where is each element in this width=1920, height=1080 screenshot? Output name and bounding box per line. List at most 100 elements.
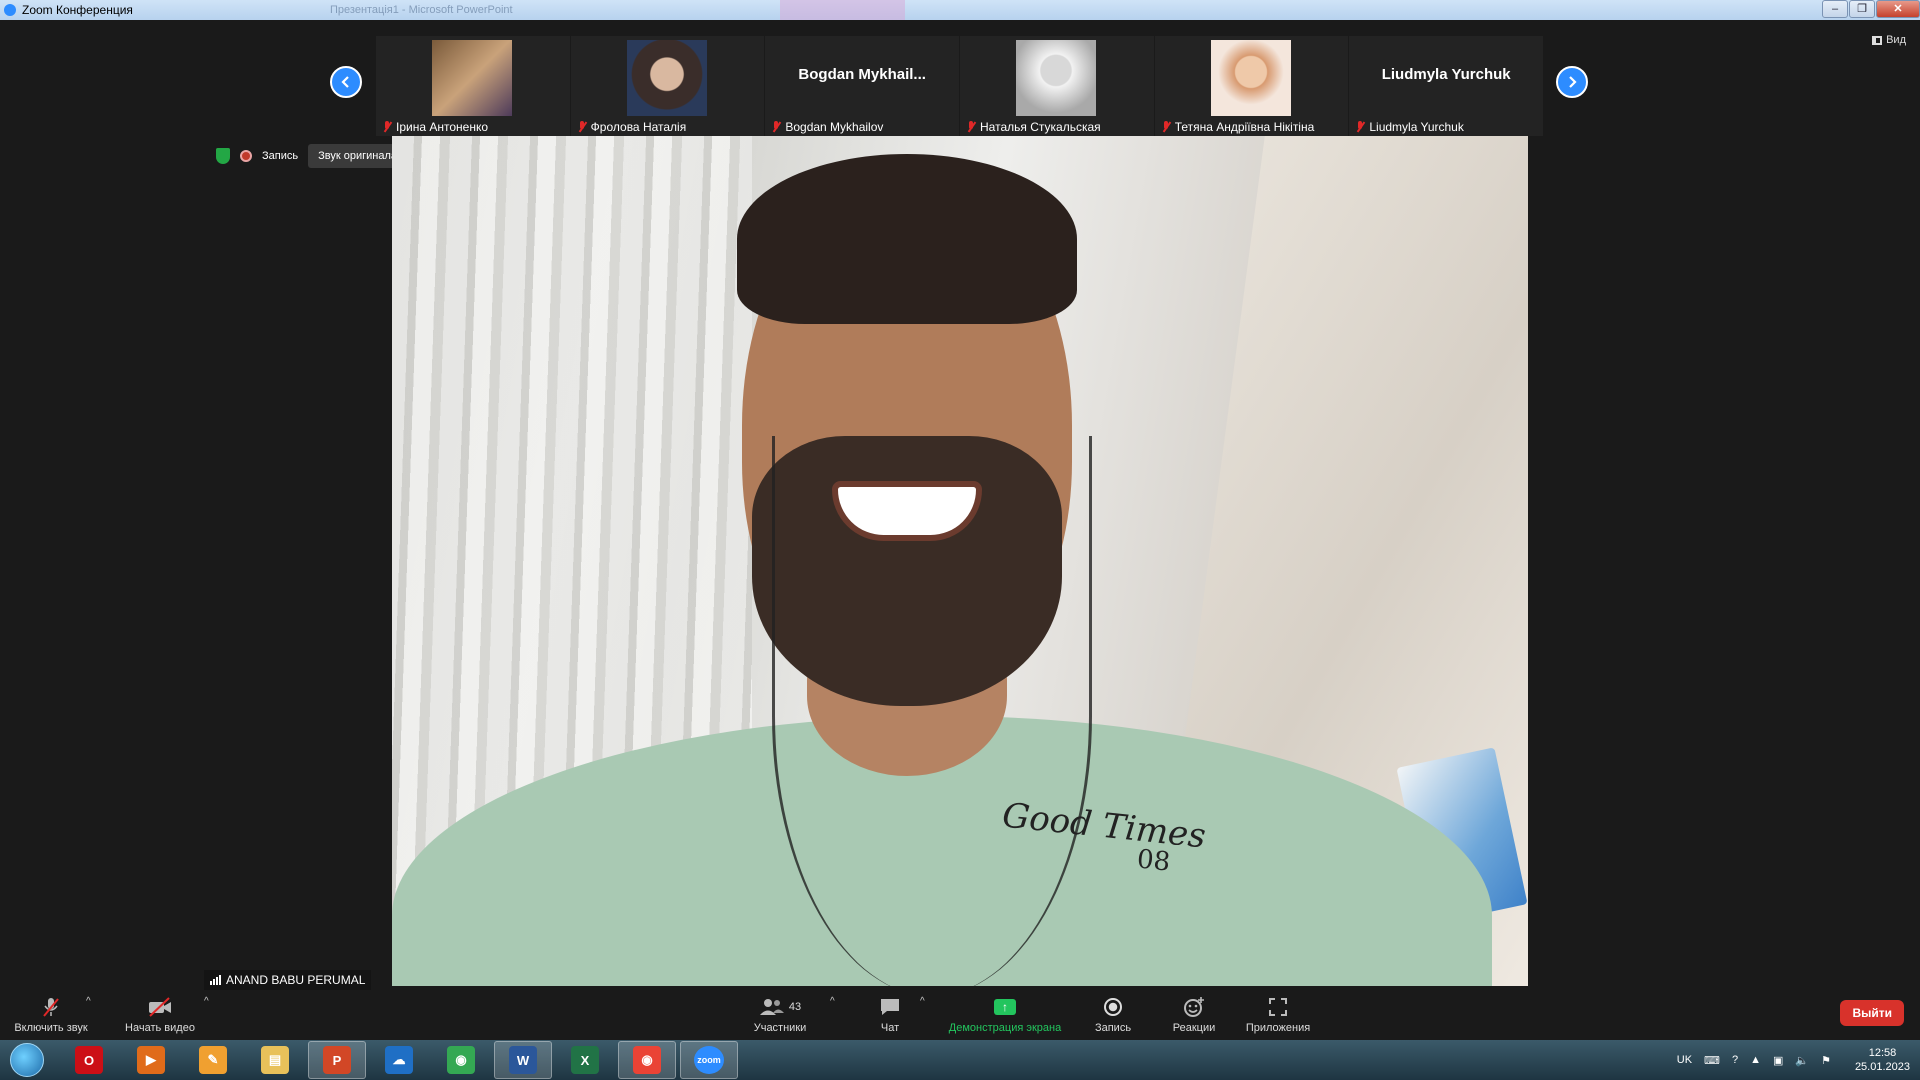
leave-meeting-button[interactable]: Выйти [1840, 1000, 1904, 1026]
participant-tile[interactable]: Тетяна Андріївна Нікітіна [1154, 36, 1349, 136]
zoom-app-icon [4, 4, 16, 16]
reactions-label: Реакции [1172, 1022, 1216, 1034]
minimize-button[interactable]: – [1822, 0, 1848, 18]
apps-button[interactable]: Приложения [1238, 990, 1318, 1040]
maximize-button[interactable]: ❐ [1849, 0, 1875, 18]
taskbar-app-file-explorer[interactable]: ▤ [246, 1041, 304, 1079]
windows-taskbar: O ▶ ✎ ▤ P ☁ ◉ W X ◉ zoom UK ⌨ ? ▲ ▣ 🔈 ⚑ 12:58 25.0… [0, 1040, 1920, 1080]
participant-name: Наталья Стукальская [980, 120, 1101, 134]
taskbar-app-paint[interactable]: ✎ [184, 1041, 242, 1079]
chevron-right-icon [1569, 76, 1577, 88]
clock-date: 25.01.2023 [1854, 1061, 1910, 1073]
taskbar-app-powerpoint[interactable]: P [308, 1041, 366, 1079]
record-button[interactable]: Запись [1083, 990, 1143, 1040]
clock-time: 12:58 [1868, 1047, 1897, 1059]
gallery-strip: Ірина Антоненко Фролова Наталія Bogdan M… [376, 36, 1544, 136]
participant-name: Bogdan Mykhailov [785, 120, 884, 134]
system-tray: UK ⌨ ? ▲ ▣ 🔈 ⚑ 12:58 25.01.2023 [1677, 1040, 1910, 1080]
action-center-flag-icon[interactable]: ⚑ [1821, 1054, 1831, 1067]
start-video-button[interactable]: Начать видео [120, 990, 200, 1040]
video-options-chevron-up-icon[interactable]: ^ [204, 996, 209, 1007]
participant-tile[interactable]: Bogdan Mykhail... Bogdan Mykhailov [765, 36, 960, 136]
view-button-label: Вид [1886, 34, 1906, 46]
start-button[interactable] [10, 1043, 44, 1077]
onedrive-icon: ☁ [385, 1046, 413, 1074]
taskbar-app-chrome-2[interactable]: ◉ [618, 1041, 676, 1079]
chat-button[interactable]: Чат [860, 990, 920, 1040]
paint-icon: ✎ [199, 1046, 227, 1074]
taskbar-app-word[interactable]: W [494, 1041, 552, 1079]
gallery-prev-button[interactable] [330, 66, 362, 98]
excel-icon: X [571, 1046, 599, 1074]
participants-button[interactable]: 43 Участники [740, 990, 820, 1040]
taskbar-apps: O ▶ ✎ ▤ P ☁ ◉ W X ◉ zoom [60, 1041, 742, 1079]
active-speaker-video[interactable]: Good Times 08 [392, 136, 1528, 986]
audio-options-chevron-up-icon[interactable]: ^ [86, 996, 91, 1007]
media-player-icon: ▶ [137, 1046, 165, 1074]
taskbar-app-onedrive[interactable]: ☁ [370, 1041, 428, 1079]
taskbar-app-chrome[interactable]: ◉ [432, 1041, 490, 1079]
participant-display-name: Liudmyla Yurchuk [1381, 66, 1511, 83]
taskbar-clock[interactable]: 12:58 25.01.2023 [1855, 1046, 1910, 1074]
participant-photo [432, 40, 512, 116]
gallery-next-button[interactable] [1556, 66, 1588, 98]
mic-muted-icon [1161, 121, 1171, 133]
participant-tile[interactable]: Ірина Антоненко [376, 36, 570, 136]
unmute-button[interactable]: Включить звук [10, 990, 92, 1040]
reactions-button[interactable]: Реакции [1164, 990, 1224, 1040]
encryption-shield-icon[interactable] [216, 148, 230, 164]
participant-name: Liudmyla Yurchuk [1369, 120, 1464, 134]
network-icon[interactable]: ▣ [1773, 1054, 1783, 1067]
earphone-cable [772, 436, 1092, 986]
volume-icon[interactable]: 🔈 [1795, 1054, 1809, 1067]
record-label: Запись [1094, 1022, 1132, 1034]
participant-tile[interactable]: Liudmyla Yurchuk Liudmyla Yurchuk [1349, 36, 1544, 136]
taskbar-app-media-player[interactable]: ▶ [122, 1041, 180, 1079]
powerpoint-icon: P [323, 1046, 351, 1074]
participants-count: 43 [788, 1001, 802, 1013]
window-title: Zoom Конференция [22, 3, 133, 17]
unmute-label: Включить звук [14, 1022, 88, 1034]
zoom-icon: zoom [694, 1046, 724, 1074]
active-speaker-name: ANAND BABU PERUMAL [226, 973, 366, 987]
word-icon: W [509, 1046, 537, 1074]
shirt-print-number: 08 [1135, 844, 1172, 878]
taskbar-app-excel[interactable]: X [556, 1041, 614, 1079]
participants-icon: 43 [759, 996, 801, 1018]
mic-muted-icon [771, 121, 781, 133]
background-tab-highlight [780, 0, 905, 20]
share-screen-button[interactable]: ↑ Демонстрация экрана [940, 990, 1070, 1040]
participant-label: Фролова Наталія [577, 120, 687, 134]
view-button[interactable]: Вид [1872, 34, 1906, 46]
keyboard-icon[interactable]: ⌨ [1704, 1054, 1720, 1067]
participant-photo [1210, 40, 1291, 116]
participant-photo [626, 40, 707, 116]
chat-chevron-up-icon[interactable]: ^ [920, 996, 925, 1007]
recording-label: Запись [262, 150, 299, 162]
participants-label: Участники [753, 1022, 807, 1034]
chat-label: Чат [880, 1022, 900, 1034]
close-window-button[interactable]: ✕ [1876, 0, 1920, 18]
participant-tile[interactable]: Наталья Стукальская [960, 36, 1154, 136]
connection-signal-icon [210, 975, 221, 985]
window-titlebar: Zoom Конференция Презентація1 - Microsof… [0, 0, 1920, 20]
language-indicator[interactable]: UK [1677, 1054, 1692, 1066]
participant-label: Bogdan Mykhailov [771, 120, 883, 134]
taskbar-app-zoom[interactable]: zoom [680, 1041, 738, 1079]
background-window-title: Презентація1 - Microsoft PowerPoint [330, 4, 513, 16]
participant-label: Тетяна Андріївна Нікітіна [1161, 120, 1314, 134]
participant-tile[interactable]: Фролова Наталія [570, 36, 765, 136]
meeting-stage: Вид Ірина Антоненко Фролова Наталія Bogd… [0, 20, 1920, 990]
speaker-hair [737, 154, 1077, 324]
participant-label: Наталья Стукальская [966, 120, 1101, 134]
reactions-smiley-icon [1183, 996, 1205, 1018]
help-icon[interactable]: ? [1732, 1054, 1738, 1066]
participants-chevron-up-icon[interactable]: ^ [830, 996, 835, 1007]
share-screen-icon: ↑ [994, 999, 1016, 1015]
taskbar-app-opera[interactable]: O [60, 1041, 118, 1079]
apps-label: Приложения [1245, 1022, 1311, 1034]
share-screen-label: Демонстрация экрана [948, 1022, 1062, 1034]
share-screen-icon-wrapper: ↑ [994, 996, 1016, 1018]
tray-expand-icon[interactable]: ▲ [1750, 1054, 1761, 1066]
participant-name: Фролова Наталія [590, 120, 687, 134]
